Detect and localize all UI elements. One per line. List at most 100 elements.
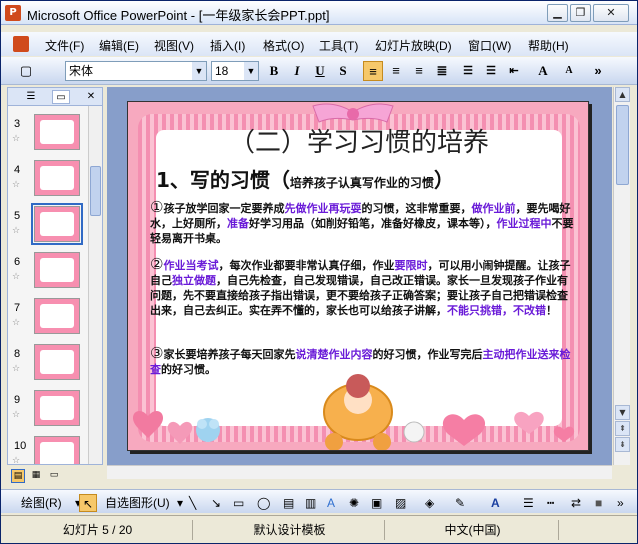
shadow-style-icon[interactable]: ■ [595, 494, 602, 512]
bullets-icon[interactable]: ☰ [482, 61, 500, 81]
paragraph-2[interactable]: ②作业当考试，每次作业都要非常认真仔细，作业要限时，可以用小闹钟提醒。让孩子自己… [150, 257, 574, 318]
bold-button[interactable]: B [265, 61, 283, 81]
previous-slide-icon[interactable]: ⇞ [615, 421, 630, 436]
menu-format[interactable]: 格式(O) [263, 37, 304, 54]
line-icon[interactable]: ╲ [189, 494, 196, 512]
menu-edit[interactable]: 编辑(E) [99, 37, 139, 54]
menu-view[interactable]: 视图(V) [154, 37, 194, 54]
font-name-select[interactable]: 宋体 ▼ [65, 61, 207, 81]
minimize-icon: ▁ [553, 6, 562, 19]
align-center-icon[interactable]: ≡ [387, 61, 405, 81]
restore-button[interactable]: ❐ [570, 4, 591, 22]
slideshow-icon[interactable]: ▭ [47, 469, 61, 483]
slide-thumbnail-selected[interactable] [31, 203, 83, 245]
textbox-icon[interactable]: ▤ [283, 494, 294, 512]
vertical-textbox-icon[interactable]: ▥ [305, 494, 316, 512]
paragraph-1[interactable]: ①孩子放学回家一定要养成先做作业再玩耍的习惯，这非常重要，做作业前，要先喝好水，… [150, 200, 574, 246]
close-icon: ✕ [606, 6, 616, 19]
thumbnail-item[interactable]: 9 ☆ [8, 386, 88, 432]
diagram-icon[interactable]: ✺ [349, 494, 359, 512]
shadow-button[interactable]: S [334, 61, 352, 81]
thumbnail-item[interactable]: 7 ☆ [8, 294, 88, 340]
font-grow-button[interactable]: A [534, 61, 552, 81]
slide-horizontal-scrollbar[interactable] [107, 465, 612, 479]
font-color-icon[interactable]: A [491, 494, 500, 512]
scroll-up-icon[interactable]: ▲ [615, 87, 630, 102]
next-slide-icon[interactable]: ⇟ [615, 437, 630, 452]
slides-tab-icon[interactable]: ▭ [52, 90, 70, 104]
thumbnail-scrollbar[interactable] [88, 106, 102, 464]
menu-file[interactable]: 文件(F) [45, 37, 84, 54]
scroll-down-icon[interactable]: ▼ [615, 405, 630, 420]
new-icon[interactable]: ▢ [17, 61, 35, 81]
thumbnail-number: 8 [14, 348, 21, 360]
scrollbar-thumb[interactable] [90, 166, 101, 216]
slide-canvas[interactable]: （二）学习习惯的培养 1、写的习惯（培养孩子认真写作业的习惯） ①孩子放学回家一… [127, 101, 589, 451]
font-size-select[interactable]: 18 ▼ [211, 61, 259, 81]
picture-icon[interactable]: ▨ [395, 494, 406, 512]
slide-vertical-scrollbar[interactable]: ▲ ▼ ⇞ ⇟ [613, 87, 630, 465]
outline-tab-icon[interactable]: ☰ [22, 90, 40, 104]
document-icon[interactable] [13, 36, 29, 52]
slide-thumbnail[interactable] [34, 252, 80, 288]
decrease-indent-icon[interactable]: ⇤ [505, 61, 523, 81]
line-color-icon[interactable]: ✎ [455, 494, 465, 512]
menu-window[interactable]: 窗口(W) [468, 37, 511, 54]
arrow-style-icon[interactable]: ⇄ [571, 494, 581, 512]
powerpoint-icon[interactable]: P [5, 5, 21, 21]
thumbnail-item[interactable]: 5 ☆ [8, 202, 88, 248]
align-right-icon[interactable]: ≡ [410, 61, 428, 81]
slide-thumbnail[interactable] [34, 436, 80, 464]
oval-icon[interactable]: ◯ [257, 494, 270, 512]
menu-tools[interactable]: 工具(T) [319, 37, 358, 54]
highlight-text: 先做作业再玩耍 [284, 202, 362, 215]
menu-insert[interactable]: 插入(I) [210, 37, 245, 54]
thumbnail-item[interactable]: 4 ☆ [8, 156, 88, 202]
menu-help[interactable]: 帮助(H) [528, 37, 569, 54]
thumbnail-item[interactable]: 8 ☆ [8, 340, 88, 386]
rectangle-icon[interactable]: ▭ [233, 494, 244, 512]
minimize-button[interactable]: ▁ [547, 4, 568, 22]
chevron-down-icon[interactable]: ▾ [177, 494, 183, 512]
close-pane-icon[interactable]: ✕ [82, 90, 100, 104]
dash-style-icon[interactable]: ┅ [547, 494, 554, 512]
formatting-toolbar: ▢ 宋体 ▼ 18 ▼ B I U S ≡ ≡ ≡ ≣ ☰ ☰ ⇤ A A » [1, 57, 637, 85]
slide-thumbnail[interactable] [34, 160, 80, 196]
slide-heading[interactable]: 1、写的习惯（培养孩子认真写作业的习惯） [156, 164, 454, 193]
italic-button[interactable]: I [288, 61, 306, 81]
arrow-icon[interactable]: ↘ [211, 494, 221, 512]
numbering-icon[interactable]: ☰ [459, 61, 477, 81]
design-template[interactable]: 默认设计模板 [195, 520, 385, 540]
underline-button[interactable]: U [311, 61, 329, 81]
highlight-text: 作业过程中 [496, 217, 552, 230]
slide-counter: 幻灯片 5 / 20 [3, 520, 193, 540]
view-buttons: ▤ ▦ ▭ [7, 467, 103, 485]
close-button[interactable]: ✕ [593, 4, 629, 22]
distribute-icon[interactable]: ≣ [433, 61, 451, 81]
slide-thumbnail[interactable] [34, 114, 80, 150]
slide-thumbnail[interactable] [34, 298, 80, 334]
autoshapes-button[interactable]: 自选图形(U) [105, 494, 170, 512]
line-style-icon[interactable]: ☰ [523, 494, 534, 512]
draw-menu-button[interactable]: 绘图(R) [21, 494, 62, 512]
scrollbar-thumb[interactable] [616, 105, 629, 185]
slide-sorter-icon[interactable]: ▦ [29, 469, 43, 483]
animation-star-icon: ☆ [12, 364, 21, 374]
menu-slideshow[interactable]: 幻灯片放映(D) [375, 37, 452, 54]
thumbnail-item[interactable]: 10 ☆ [8, 432, 88, 464]
clipart-icon[interactable]: ▣ [371, 494, 382, 512]
thumbnail-item[interactable]: 3 ☆ [8, 110, 88, 156]
font-name-value: 宋体 [69, 64, 94, 78]
slide-title[interactable]: （二）学习习惯的培养 [128, 122, 588, 159]
fill-color-icon[interactable]: ◈ [425, 494, 434, 512]
slide-thumbnail[interactable] [34, 344, 80, 380]
select-objects-icon[interactable]: ↖ [79, 494, 97, 512]
thumbnail-item[interactable]: 6 ☆ [8, 248, 88, 294]
slide-thumbnail[interactable] [34, 390, 80, 426]
toolbar-options-icon[interactable]: » [617, 494, 624, 512]
align-left-icon[interactable]: ≡ [363, 61, 383, 81]
font-shrink-button[interactable]: A [560, 61, 578, 81]
wordart-icon[interactable]: A [327, 494, 335, 512]
normal-view-icon[interactable]: ▤ [11, 469, 25, 483]
toolbar-options-icon[interactable]: » [589, 61, 607, 81]
